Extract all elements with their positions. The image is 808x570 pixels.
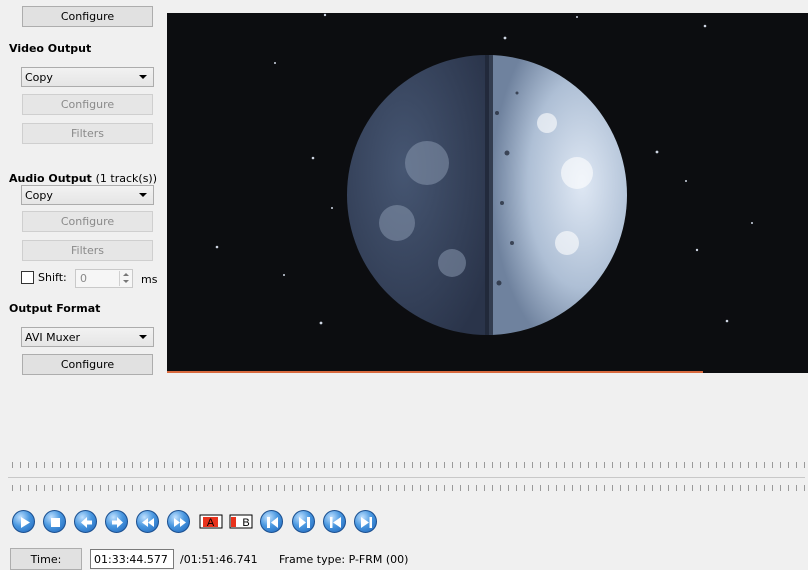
rewind-icon bbox=[142, 518, 154, 527]
video-codec-value: Copy bbox=[25, 70, 53, 84]
next-frame-icon bbox=[112, 517, 123, 528]
shift-unit-label: ms bbox=[141, 273, 158, 286]
stop-icon bbox=[51, 518, 60, 527]
set-marker-a-button[interactable]: A bbox=[199, 510, 223, 533]
audio-output-title: Audio Output (1 track(s)) bbox=[9, 172, 157, 185]
svg-text:A: A bbox=[207, 517, 215, 529]
audio-codec-value: Copy bbox=[25, 188, 53, 202]
set-marker-b-icon: B bbox=[229, 514, 253, 529]
chevron-down-icon bbox=[139, 335, 147, 339]
play-icon bbox=[21, 517, 30, 528]
output-format-title: Output Format bbox=[9, 302, 101, 315]
total-duration: /01:51:46.741 bbox=[180, 553, 258, 566]
top-configure-button[interactable]: Configure bbox=[22, 6, 153, 27]
go-to-end-button[interactable] bbox=[354, 510, 377, 533]
audio-track-count: (1 track(s)) bbox=[95, 172, 158, 185]
muxer-select[interactable]: AVI Muxer bbox=[21, 327, 154, 347]
timeline-ruler-top bbox=[12, 462, 805, 468]
chevron-down-icon bbox=[139, 75, 147, 79]
muxer-value: AVI Muxer bbox=[25, 330, 81, 344]
muxer-configure-button[interactable]: Configure bbox=[22, 354, 153, 375]
video-output-title: Video Output bbox=[9, 42, 92, 55]
frame-type: Frame type: P-FRM (00) bbox=[279, 553, 408, 566]
timeline-ruler-bottom bbox=[12, 485, 805, 491]
next-keyframe-button[interactable] bbox=[292, 510, 315, 533]
video-configure-button[interactable]: Configure bbox=[22, 94, 153, 115]
shift-value: 0 bbox=[80, 272, 87, 285]
previous-frame-button[interactable] bbox=[74, 510, 97, 533]
video-progress-bar bbox=[167, 371, 703, 373]
rewind-button[interactable] bbox=[136, 510, 159, 533]
frame-type-label: Frame type: bbox=[279, 553, 346, 566]
previous-keyframe-button[interactable] bbox=[260, 510, 283, 533]
fast-forward-button[interactable] bbox=[167, 510, 190, 533]
go-to-end-icon bbox=[361, 517, 372, 528]
current-time-input[interactable]: 01:33:44.577 bbox=[90, 549, 174, 569]
video-preview bbox=[167, 13, 808, 373]
stop-button[interactable] bbox=[43, 510, 66, 533]
previous-frame-icon bbox=[81, 517, 92, 528]
go-to-start-icon bbox=[330, 517, 341, 528]
time-button[interactable]: Time: bbox=[10, 548, 82, 570]
spin-down-icon[interactable] bbox=[119, 278, 131, 286]
next-keyframe-icon bbox=[299, 517, 310, 528]
shift-label: Shift: bbox=[38, 271, 67, 284]
moon-image bbox=[215, 13, 753, 335]
timeline-track[interactable] bbox=[8, 477, 805, 478]
video-filters-button[interactable]: Filters bbox=[22, 123, 153, 144]
go-to-start-button[interactable] bbox=[323, 510, 346, 533]
audio-filters-button[interactable]: Filters bbox=[22, 240, 153, 261]
set-marker-b-button[interactable]: B bbox=[229, 510, 253, 533]
shift-checkbox[interactable] bbox=[21, 271, 34, 284]
audio-codec-select[interactable]: Copy bbox=[21, 185, 154, 205]
next-frame-button[interactable] bbox=[105, 510, 128, 533]
play-button[interactable] bbox=[12, 510, 35, 533]
frame-type-value: P-FRM (00) bbox=[348, 553, 409, 566]
shift-spinbox[interactable]: 0 bbox=[75, 269, 133, 288]
video-codec-select[interactable]: Copy bbox=[21, 67, 154, 87]
set-marker-a-icon: A bbox=[199, 514, 223, 529]
svg-text:B: B bbox=[242, 517, 249, 529]
previous-keyframe-icon bbox=[267, 517, 278, 528]
chevron-down-icon bbox=[139, 193, 147, 197]
fast-forward-icon bbox=[174, 518, 186, 527]
audio-output-label: Audio Output bbox=[9, 172, 92, 185]
audio-configure-button[interactable]: Configure bbox=[22, 211, 153, 232]
